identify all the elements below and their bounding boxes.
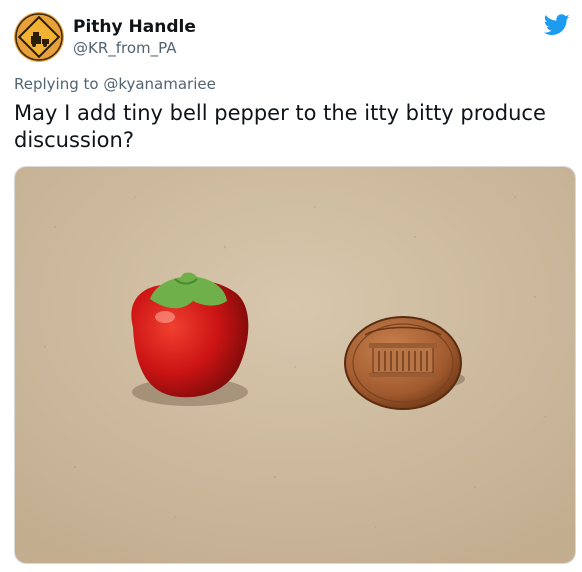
twitter-bird-icon[interactable] bbox=[543, 14, 570, 36]
tweet-photo[interactable] bbox=[14, 166, 576, 564]
tweet-card: Pithy Handle @KR_from_PA Replying to @ky… bbox=[0, 0, 582, 572]
tweet-text: May I add tiny bell pepper to the itty b… bbox=[14, 101, 546, 152]
photo-tiny-bell-pepper-and-penny bbox=[15, 167, 575, 563]
author-display-name[interactable]: Pithy Handle bbox=[73, 17, 196, 37]
avatar[interactable] bbox=[14, 12, 64, 62]
author-handle[interactable]: @KR_from_PA bbox=[73, 39, 177, 57]
reply-context[interactable]: Replying to @kyanamariee bbox=[14, 75, 216, 93]
road-sign-avatar-icon bbox=[14, 12, 64, 62]
